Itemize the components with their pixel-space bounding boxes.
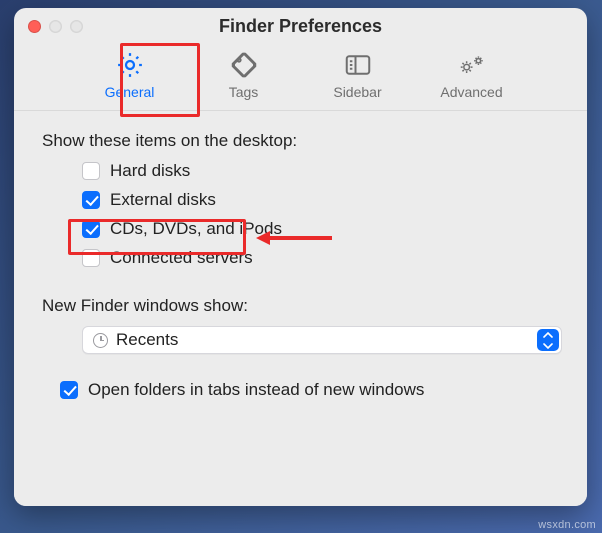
row-external-disks[interactable]: External disks <box>82 190 559 210</box>
checkbox-label: Hard disks <box>110 161 190 181</box>
chevron-down-icon <box>537 340 559 351</box>
desktop-items-label: Show these items on the desktop: <box>42 131 559 151</box>
checkbox-label: CDs, DVDs, and iPods <box>110 219 282 239</box>
watermark: wsxdn.com <box>538 519 596 531</box>
checkbox-hard-disks[interactable] <box>82 162 100 180</box>
titlebar: Finder Preferences <box>14 8 587 44</box>
popup-stepper[interactable] <box>537 329 559 351</box>
popup-value: Recents <box>116 330 178 350</box>
checkbox-label: External disks <box>110 190 216 210</box>
tab-label: Sidebar <box>333 84 381 100</box>
tag-icon <box>229 50 259 80</box>
finder-preferences-window: Finder Preferences General Tags <box>14 8 587 506</box>
row-connected-servers[interactable]: Connected servers <box>82 248 559 268</box>
row-cds-dvds-ipods[interactable]: CDs, DVDs, and iPods <box>82 219 559 239</box>
gear-icon <box>115 50 145 80</box>
checkbox-connected-servers[interactable] <box>82 249 100 267</box>
gears-icon <box>457 50 487 80</box>
sidebar-icon <box>343 50 373 80</box>
checkbox-label: Connected servers <box>110 248 253 268</box>
tab-label: General <box>105 84 155 100</box>
window-title: Finder Preferences <box>14 16 587 37</box>
preferences-toolbar: General Tags Sid <box>14 44 587 111</box>
new-finder-popup[interactable]: Recents <box>82 326 562 354</box>
new-finder-select-row: Recents <box>42 326 559 354</box>
tab-general[interactable]: General <box>85 50 175 100</box>
general-pane: Show these items on the desktop: Hard di… <box>14 111 587 506</box>
tab-advanced[interactable]: Advanced <box>427 50 517 100</box>
chevron-up-icon <box>537 329 559 340</box>
tab-label: Advanced <box>440 84 502 100</box>
checkbox-external-disks[interactable] <box>82 191 100 209</box>
desktop-items-list: Hard disks External disks CDs, DVDs, and… <box>42 161 559 268</box>
row-hard-disks[interactable]: Hard disks <box>82 161 559 181</box>
tab-label: Tags <box>229 84 259 100</box>
row-open-in-tabs[interactable]: Open folders in tabs instead of new wind… <box>42 380 559 400</box>
recents-icon <box>93 333 108 348</box>
checkbox-open-in-tabs[interactable] <box>60 381 78 399</box>
checkbox-label: Open folders in tabs instead of new wind… <box>88 380 424 400</box>
tab-tags[interactable]: Tags <box>199 50 289 100</box>
tab-sidebar[interactable]: Sidebar <box>313 50 403 100</box>
checkbox-cds-dvds-ipods[interactable] <box>82 220 100 238</box>
new-finder-label: New Finder windows show: <box>42 296 559 316</box>
